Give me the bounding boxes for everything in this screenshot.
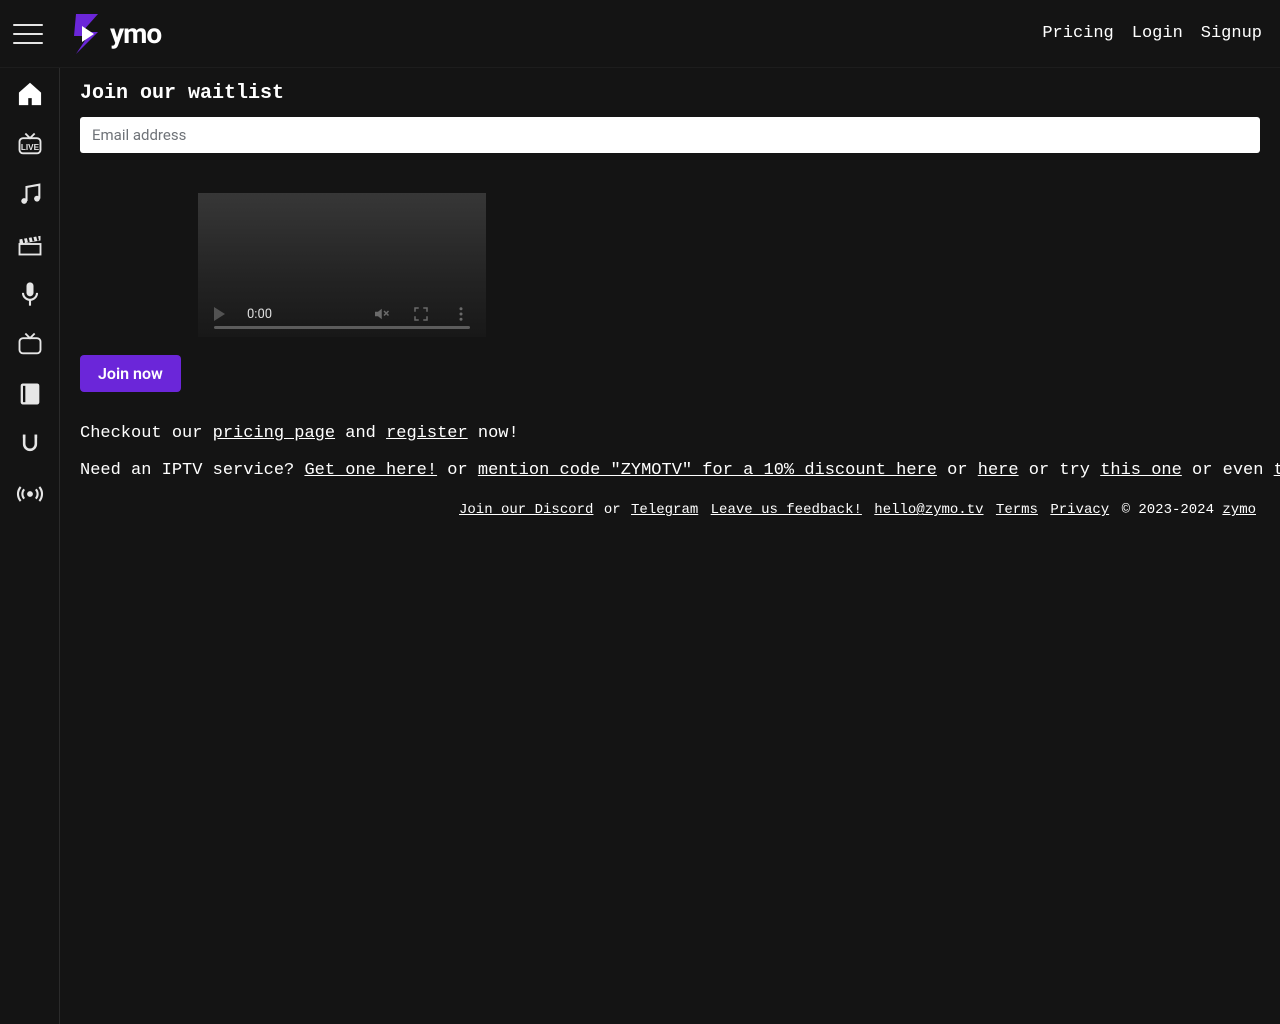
footer-zymo[interactable]: zymo: [1222, 502, 1256, 518]
video-player[interactable]: 0:00: [198, 193, 1260, 337]
logo[interactable]: ymo: [68, 12, 161, 56]
iptv-link-3[interactable]: here: [978, 461, 1019, 480]
iptv-link-2[interactable]: mention code "ZYMOTV" for a 10% discount…: [478, 461, 937, 480]
iptv-link-5[interactable]: t: [1274, 461, 1280, 480]
fullscreen-icon[interactable]: [412, 305, 430, 323]
video-progress[interactable]: [214, 326, 470, 329]
header: ymo Pricing Login Signup: [0, 0, 1280, 68]
live-icon[interactable]: LIVE: [14, 128, 46, 160]
footer-email[interactable]: hello@zymo.tv: [874, 502, 983, 518]
waitlist-heading: Join our waitlist: [80, 82, 1260, 105]
menu-icon[interactable]: [8, 14, 48, 54]
pitch-line-2: Need an IPTV service? Get one here! or m…: [80, 457, 1260, 484]
footer-telegram[interactable]: Telegram: [631, 502, 698, 518]
mic-icon[interactable]: [14, 278, 46, 310]
tv-icon[interactable]: [14, 328, 46, 360]
sidebar: LIVE: [0, 68, 60, 1024]
home-icon[interactable]: [14, 78, 46, 110]
footer-terms[interactable]: Terms: [996, 502, 1038, 518]
footer-feedback[interactable]: Leave us feedback!: [711, 502, 862, 518]
play-icon[interactable]: [214, 307, 225, 321]
nav-login[interactable]: Login: [1132, 24, 1183, 43]
pricing-link[interactable]: pricing page: [213, 424, 335, 443]
email-input[interactable]: [80, 117, 1260, 153]
footer: Join our Discord or Telegram Leave us fe…: [80, 502, 1260, 518]
logo-text: ymo: [110, 17, 161, 50]
join-now-button[interactable]: Join now: [80, 355, 181, 392]
music-icon[interactable]: [14, 178, 46, 210]
broadcast-icon[interactable]: [14, 478, 46, 510]
iptv-link-1[interactable]: Get one here!: [304, 461, 437, 480]
header-links: Pricing Login Signup: [1042, 24, 1262, 43]
mute-icon[interactable]: [372, 305, 390, 323]
logo-mark-icon: [68, 12, 104, 56]
more-icon[interactable]: [452, 305, 470, 323]
footer-discord[interactable]: Join our Discord: [459, 502, 593, 518]
nav-pricing[interactable]: Pricing: [1042, 24, 1113, 43]
svg-text:LIVE: LIVE: [20, 143, 39, 152]
book-icon[interactable]: [14, 378, 46, 410]
movies-icon[interactable]: [14, 228, 46, 260]
register-link[interactable]: register: [386, 424, 468, 443]
main-content: Join our waitlist 0:00 Join now: [60, 68, 1280, 1024]
pitch-line-1: Checkout our pricing page and register n…: [80, 420, 1260, 447]
footer-privacy[interactable]: Privacy: [1050, 502, 1109, 518]
nav-signup[interactable]: Signup: [1201, 24, 1262, 43]
magnet-icon[interactable]: [14, 428, 46, 460]
iptv-link-4[interactable]: this one: [1100, 461, 1182, 480]
video-time: 0:00: [247, 307, 272, 322]
